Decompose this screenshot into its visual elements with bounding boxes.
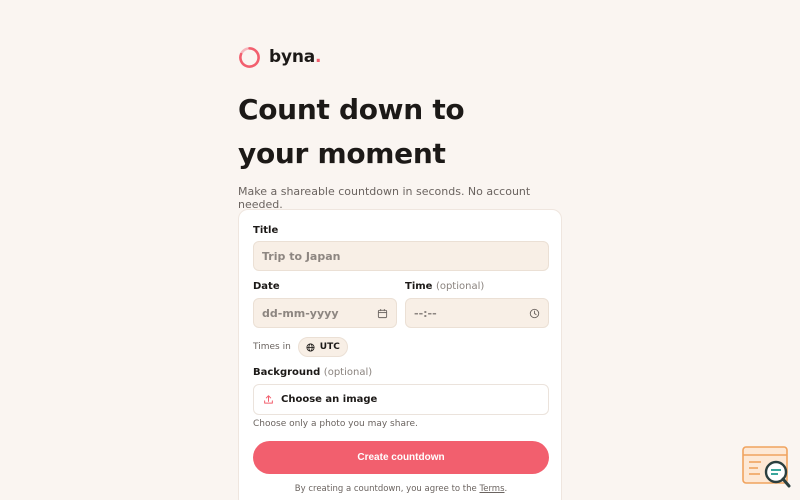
time-label: Time (optional) [405, 281, 484, 292]
clock-icon[interactable] [529, 308, 540, 319]
feedback-widget-icon[interactable] [742, 445, 792, 489]
time-placeholder: --:-- [414, 306, 437, 320]
upload-icon [264, 395, 273, 404]
time-label-text: Time [405, 281, 433, 292]
background-label-text: Background [253, 367, 321, 378]
ring-logo-icon [239, 46, 260, 68]
countdown-form: Title Trip to Japan Date dd-mm-yyyy Time… [238, 209, 562, 500]
title-input[interactable]: Trip to Japan [253, 241, 549, 271]
hero-section: byna. Count down to your moment Make a s… [238, 44, 562, 211]
time-input[interactable]: --:-- [405, 298, 549, 328]
terms-notice: By creating a countdown, you agree to th… [239, 484, 563, 494]
terms-suffix: . [504, 484, 508, 494]
background-label: Background (optional) [253, 367, 372, 378]
timezone-selector[interactable]: UTC [297, 337, 348, 357]
date-input[interactable]: dd-mm-yyyy [253, 298, 397, 328]
date-label: Date [253, 281, 280, 292]
globe-icon [306, 342, 315, 352]
background-optional: (optional) [323, 367, 373, 378]
create-countdown-button[interactable]: Create countdown [253, 441, 549, 474]
choose-image-label: Choose an image [281, 394, 378, 405]
brand[interactable]: byna. [238, 44, 562, 70]
title-placeholder: Trip to Japan [262, 249, 341, 263]
time-optional: (optional) [435, 281, 485, 292]
choose-image-button[interactable]: Choose an image [253, 384, 549, 415]
calendar-icon[interactable] [377, 308, 388, 319]
page-subtitle: Make a shareable countdown in seconds. N… [238, 185, 531, 211]
timezone-row: Times in UTC [253, 337, 348, 357]
page-title-line-1: Count down to [238, 93, 465, 126]
page-title-line-2: your moment [238, 137, 446, 170]
title-label: Title [253, 225, 279, 236]
page-title: Count down to your moment [238, 88, 562, 176]
terms-prefix: By creating a countdown, you agree to th… [294, 484, 477, 494]
timezone-value: UTC [319, 342, 340, 352]
timezone-label: Times in [253, 342, 291, 352]
brand-dot: . [315, 47, 322, 67]
terms-link[interactable]: Terms [479, 484, 504, 494]
date-placeholder: dd-mm-yyyy [262, 306, 339, 320]
upload-hint: Choose only a photo you may share. [253, 419, 418, 429]
brand-name: byna [269, 47, 316, 67]
